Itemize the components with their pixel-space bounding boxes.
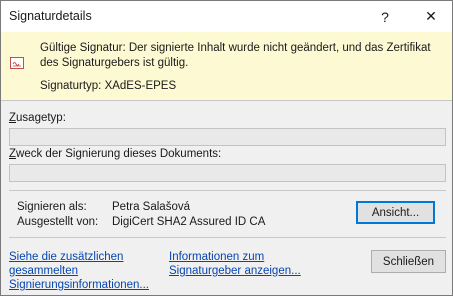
commitment-type-field[interactable] xyxy=(9,128,446,146)
close-window-button[interactable]: ✕ xyxy=(413,1,449,32)
signer-info-link[interactable]: Informationen zum Signaturgeber anzeigen… xyxy=(169,250,301,278)
title-bar: Signaturdetails ? ✕ xyxy=(1,1,452,32)
help-icon: ? xyxy=(381,8,389,25)
signature-status-message: Gültige Signatur: Der signierte Inhalt w… xyxy=(40,42,431,69)
issued-by-value: DigiCert SHA2 Assured ID CA xyxy=(112,216,266,228)
divider xyxy=(1,100,452,101)
dialog-title: Signaturdetails xyxy=(9,9,92,23)
divider xyxy=(9,237,446,238)
divider xyxy=(9,190,446,191)
signature-certificate-icon xyxy=(10,57,24,69)
commitment-type-label: Zusagetyp: xyxy=(9,112,66,124)
issued-by-label: Ausgestellt von: xyxy=(17,216,99,228)
signed-as-label: Signieren als: xyxy=(17,201,87,213)
close-icon: ✕ xyxy=(425,8,437,24)
signing-purpose-field[interactable] xyxy=(9,164,446,182)
signed-as-value: Petra Salašová xyxy=(112,201,190,213)
signing-purpose-label: Zweck der Signierung dieses Dokuments: xyxy=(9,148,222,160)
view-certificate-button[interactable]: Ansicht... xyxy=(356,201,435,224)
help-button[interactable]: ? xyxy=(367,1,403,32)
signature-status-banner: Gültige Signatur: Der signierte Inhalt w… xyxy=(1,32,452,100)
close-button[interactable]: Schließen xyxy=(371,250,446,273)
signature-type: Signaturtyp: XAdES-EPES xyxy=(40,80,177,92)
signature-details-dialog: Signaturdetails ? ✕ Gültige Signatur: De… xyxy=(0,0,453,296)
additional-signing-info-link[interactable]: Siehe die zusätzlichen gesammelten Signi… xyxy=(9,250,149,292)
